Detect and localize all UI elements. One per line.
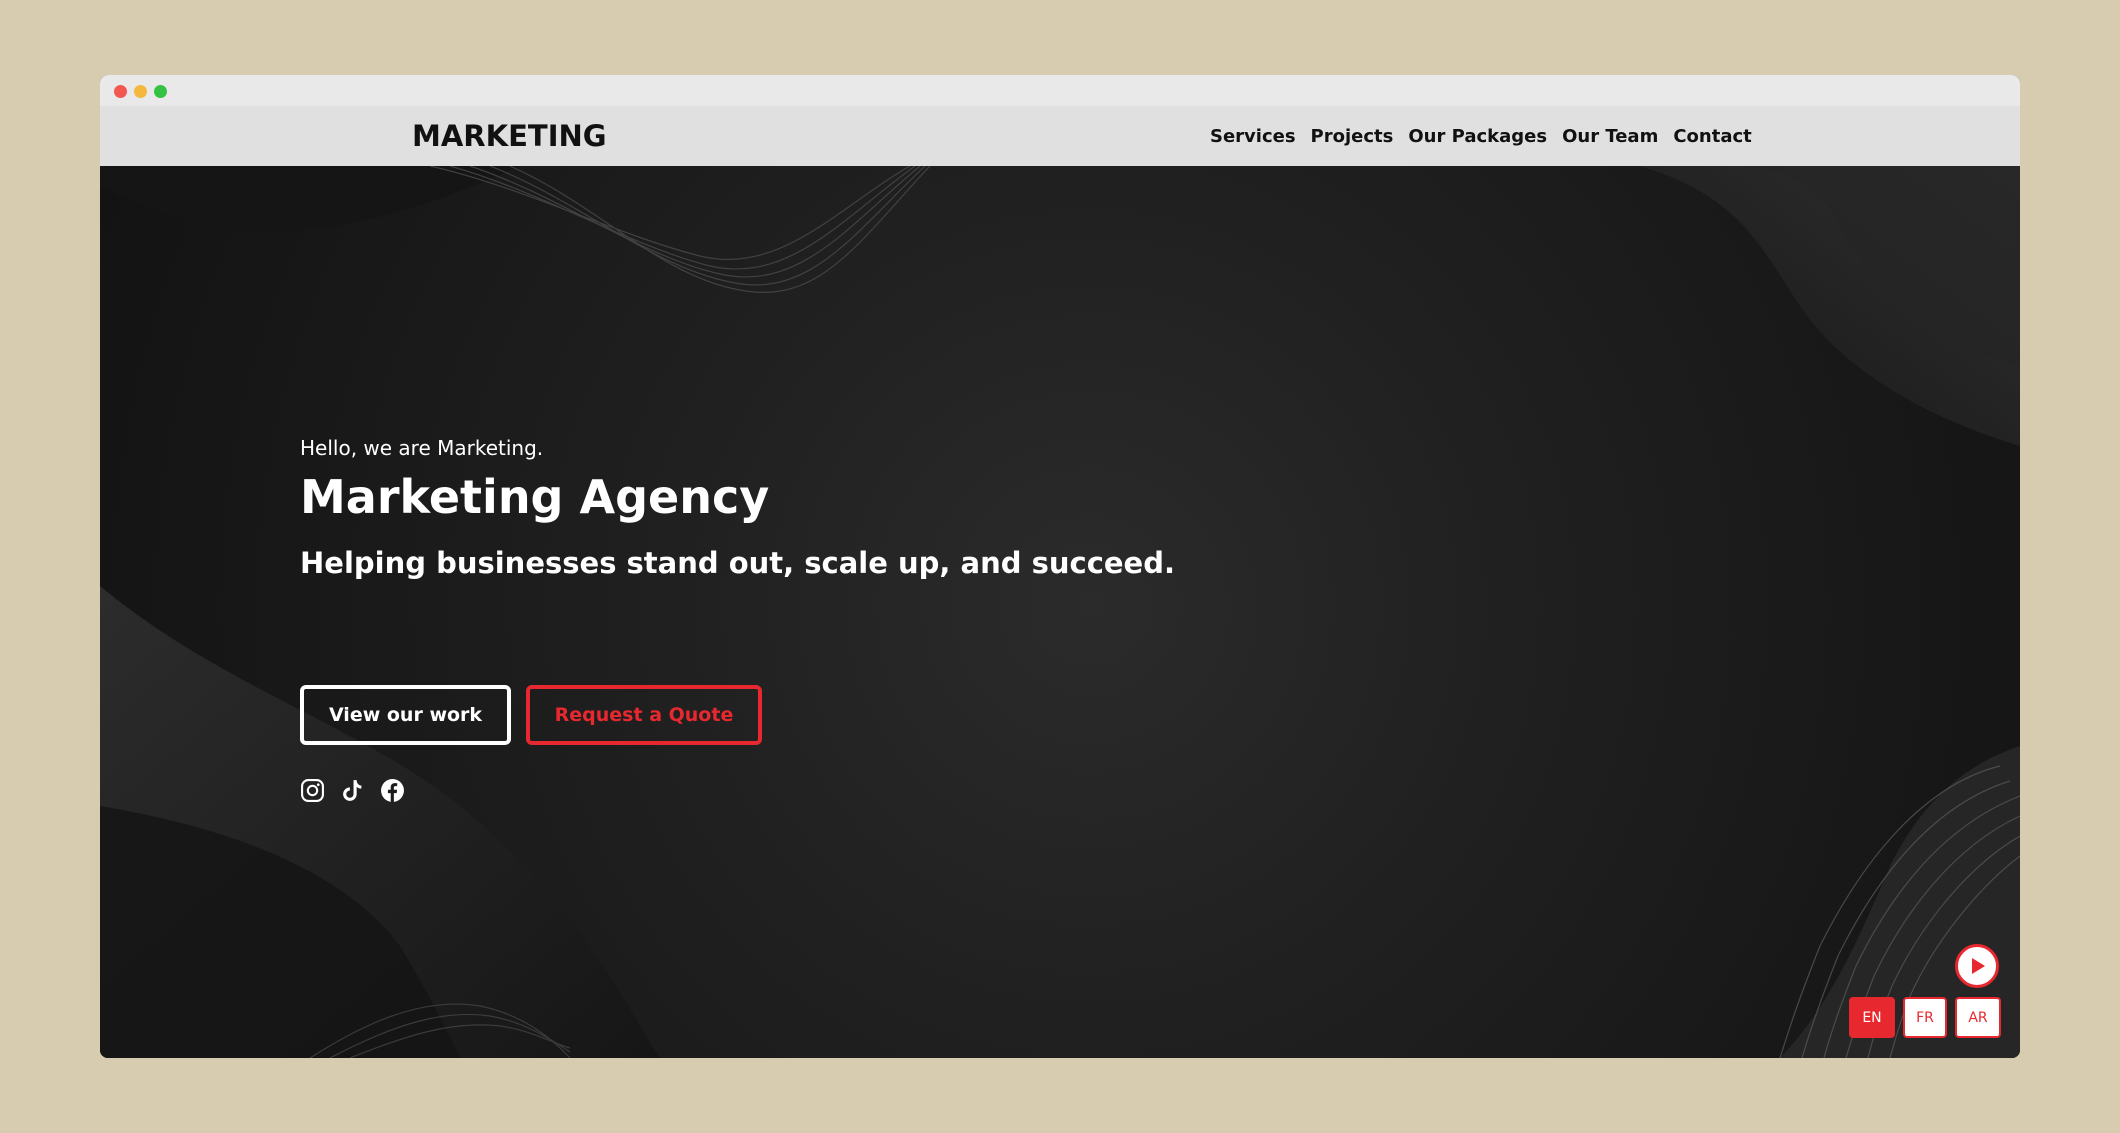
nav-link-our-packages[interactable]: Our Packages (1408, 126, 1547, 147)
tiktok-icon[interactable] (340, 778, 365, 803)
site-logo[interactable]: MARKETING (412, 119, 607, 153)
social-links (300, 778, 405, 803)
close-window-button[interactable] (114, 85, 127, 98)
nav-link-projects[interactable]: Projects (1311, 126, 1394, 147)
facebook-icon[interactable] (380, 778, 405, 803)
browser-window: MARKETING Services Projects Our Packages… (100, 75, 2020, 1058)
language-option-ar[interactable]: AR (1955, 997, 2001, 1038)
site-navbar: MARKETING Services Projects Our Packages… (100, 106, 2020, 166)
window-titlebar (100, 75, 2020, 106)
minimize-window-button[interactable] (134, 85, 147, 98)
hero-title: Marketing Agency (300, 470, 770, 524)
view-our-work-button[interactable]: View our work (300, 685, 511, 745)
nav-link-our-team[interactable]: Our Team (1562, 126, 1658, 147)
play-button[interactable] (1955, 944, 1999, 988)
instagram-icon[interactable] (300, 778, 325, 803)
maximize-window-button[interactable] (154, 85, 167, 98)
nav-link-services[interactable]: Services (1210, 126, 1296, 147)
hero-background-waves (100, 166, 2020, 1058)
hero-greeting: Hello, we are Marketing. (300, 436, 544, 460)
hero-section: Hello, we are Marketing. Marketing Agenc… (100, 166, 2020, 1058)
nav-link-contact[interactable]: Contact (1673, 126, 1751, 147)
nav-links: Services Projects Our Packages Our Team … (1210, 106, 1752, 166)
language-option-en[interactable]: EN (1849, 997, 1895, 1038)
request-quote-button[interactable]: Request a Quote (526, 685, 762, 745)
language-option-fr[interactable]: FR (1903, 997, 1947, 1038)
play-icon (1972, 958, 1985, 974)
hero-subtitle: Helping businesses stand out, scale up, … (300, 546, 1175, 580)
